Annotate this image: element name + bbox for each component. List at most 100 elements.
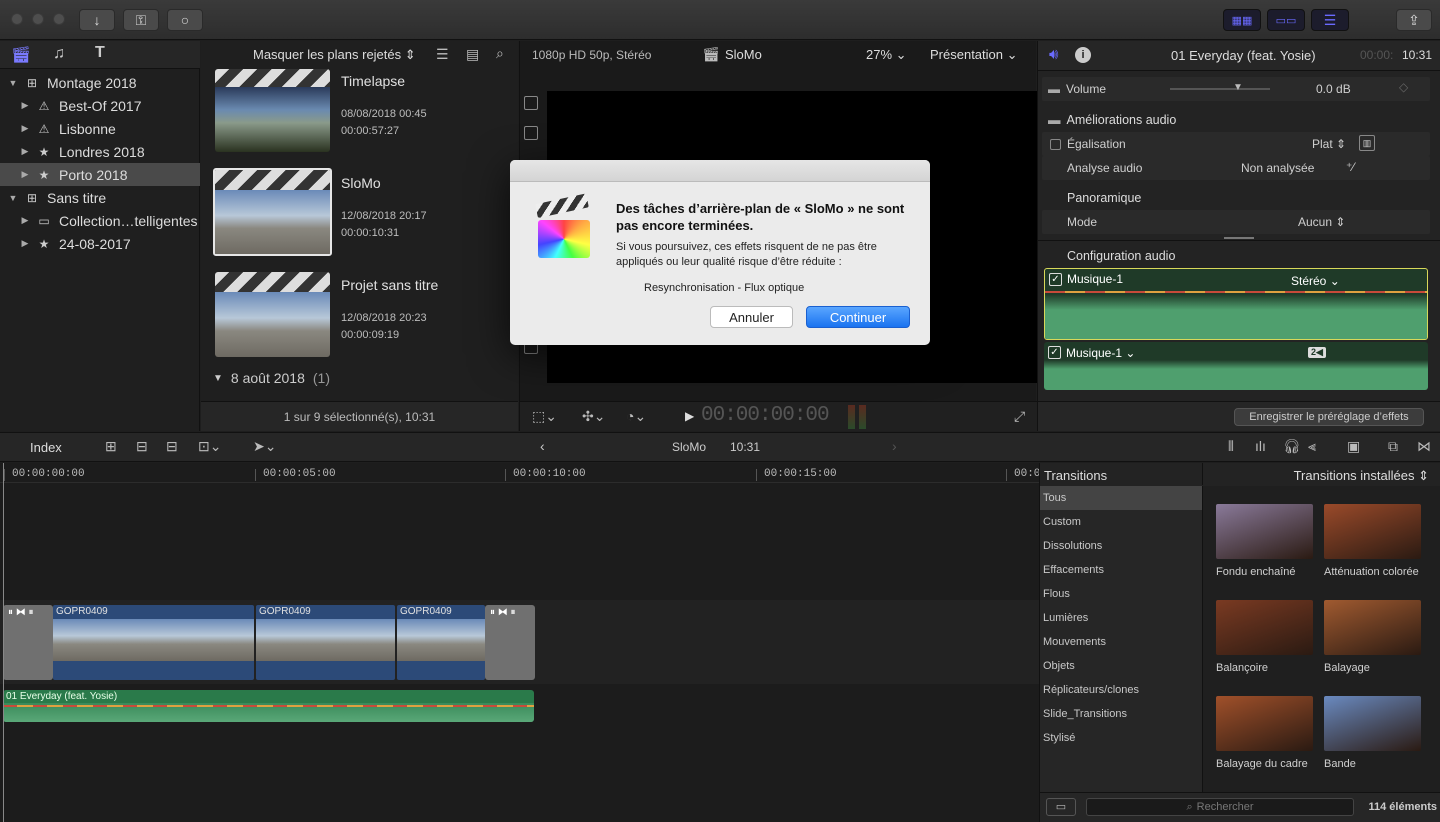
disclosure-triangle-icon[interactable]: ▶ — [18, 238, 32, 249]
search-icon[interactable]: ⌕ — [496, 45, 504, 62]
video-clip[interactable]: GOPR0409 — [256, 605, 395, 680]
library-item[interactable]: ▶ ★ 24-08-2017 — [0, 232, 200, 255]
import-button[interactable]: ↓ — [79, 9, 115, 31]
keyframe-icon[interactable]: ◇ — [1399, 80, 1408, 94]
snapping-icon[interactable]: ⫷ — [1308, 438, 1316, 455]
volume-slider[interactable] — [1170, 88, 1270, 90]
magic-wand-icon[interactable]: ⁺⁄ — [1346, 160, 1354, 174]
transition-clip[interactable]: ⏸ ⧓ ⏸ — [485, 605, 535, 680]
connect-clip-icon[interactable]: ⊞ — [105, 438, 117, 455]
fullscreen-icon[interactable]: ⤢ — [1014, 408, 1025, 425]
cancel-button[interactable]: Annuler — [710, 306, 793, 328]
photos-audio-icon[interactable]: ♫ — [53, 45, 65, 63]
clip-appearance-icon[interactable]: ▣ — [1347, 438, 1360, 455]
disclosure-triangle-icon[interactable]: ▼ — [6, 78, 20, 88]
equalization-checkbox[interactable] — [1050, 138, 1061, 150]
disclosure-triangle-icon[interactable]: ▶ — [18, 169, 32, 180]
transition-category[interactable]: Mouvements — [1040, 630, 1202, 654]
section-toggle-icon[interactable]: ▬ — [1048, 82, 1060, 96]
transition-category[interactable]: Réplicateurs/clones — [1040, 678, 1202, 702]
timeline-index-button[interactable]: Index — [30, 440, 62, 455]
list-view-icon[interactable]: ☰ — [436, 46, 449, 63]
transition-thumbnail[interactable] — [1216, 504, 1313, 559]
inspector-divider[interactable] — [1038, 236, 1440, 241]
disclosure-triangle-icon[interactable]: ▶ — [18, 215, 32, 226]
transition-thumbnail[interactable] — [1216, 600, 1313, 655]
minimize-window-button[interactable] — [32, 13, 44, 25]
transition-thumbnail[interactable] — [1324, 600, 1421, 655]
equalization-select[interactable]: Plat ⇕ — [1312, 137, 1346, 151]
show-browser-button[interactable]: ▦▦ — [1223, 9, 1261, 31]
timeline-ruler[interactable]: 00:00:00:00 00:00:05:00 00:00:10:00 00:00:1… — [0, 463, 1040, 483]
library-item[interactable]: ▶ ▭ Collection…telligentes — [0, 209, 200, 232]
close-window-button[interactable] — [11, 13, 23, 25]
transition-clip[interactable]: ⏸ ⧓ ⏸ — [3, 605, 53, 680]
retime-icon[interactable]: ◔⌄ — [626, 408, 646, 425]
library-item[interactable]: ▶ ★ Londres 2018 — [0, 140, 200, 163]
playhead[interactable] — [3, 463, 4, 822]
timeline-forward-icon[interactable]: › — [892, 438, 897, 454]
effects-browser-icon[interactable]: ⧉ — [1388, 438, 1398, 455]
library-item[interactable]: ▶ ★ Porto 2018 — [0, 163, 200, 186]
disclosure-triangle-icon[interactable]: ▶ — [18, 100, 32, 111]
titles-generators-icon[interactable]: T — [95, 44, 105, 62]
transition-category[interactable]: Objets — [1040, 654, 1202, 678]
enhance-icon[interactable]: ✣⌄ — [582, 408, 605, 425]
date-group-header[interactable]: ▼ 8 août 2018 (1) — [213, 370, 330, 386]
channel-2-name[interactable]: Musique-1 ⌄ — [1066, 346, 1135, 360]
overwrite-clip-icon[interactable]: ⊡⌄ — [198, 438, 221, 455]
clip-thumbnail-timelapse[interactable] — [215, 69, 330, 152]
audio-enhancements-header[interactable]: ▬ Améliorations audio — [1048, 108, 1428, 132]
transform-icon[interactable]: ⬚⌄ — [532, 408, 557, 425]
channel-2-checkbox[interactable]: ✓ — [1048, 346, 1061, 359]
video-clip[interactable]: GOPR0409 — [53, 605, 254, 680]
disclosure-triangle-icon[interactable]: ▶ — [18, 146, 32, 157]
view-menu[interactable]: Présentation ⌄ — [930, 47, 1018, 63]
skimming-icon[interactable]: ⫴ — [1228, 438, 1234, 455]
volume-value[interactable]: 0.0 dB — [1316, 82, 1351, 96]
channel-1-mode[interactable]: Stéréo ⌄ — [1291, 274, 1340, 288]
background-tasks-button[interactable]: ○ — [167, 9, 203, 31]
disclosure-triangle-icon[interactable]: ▼ — [6, 193, 20, 203]
share-button[interactable]: ⇪ — [1396, 9, 1432, 31]
library-item[interactable]: ▼ ⊞ Montage 2018 — [0, 71, 200, 94]
show-timeline-button[interactable]: ▭▭ — [1267, 9, 1305, 31]
solo-headphones-icon[interactable]: 🎧︎ — [1283, 438, 1301, 455]
library-item[interactable]: ▼ ⊞ Sans titre — [0, 186, 200, 209]
pan-mode-select[interactable]: Aucun ⇕ — [1298, 215, 1345, 229]
show-inspector-button[interactable]: ☰ — [1311, 9, 1349, 31]
transition-thumbnail[interactable] — [1324, 696, 1421, 751]
select-tool-icon[interactable]: ➤⌄ — [253, 438, 276, 455]
transition-category[interactable]: Lumières — [1040, 606, 1202, 630]
audio-channel-1[interactable]: ✓ Musique-1 Stéréo ⌄ — [1044, 268, 1428, 340]
clip-thumbnail-slomo[interactable] — [213, 168, 332, 256]
library-item[interactable]: ▶ ⚠ Lisbonne — [0, 117, 200, 140]
installed-transitions-menu[interactable]: Transitions installées ⇕ — [1294, 468, 1429, 484]
transition-category[interactable]: Flous — [1040, 582, 1202, 606]
transition-thumbnail[interactable] — [1216, 696, 1313, 751]
audio-clip[interactable]: 01 Everyday (feat. Yosie) — [3, 690, 534, 722]
clip-filter-menu[interactable]: Masquer les plans rejetés ⇕ — [253, 47, 416, 63]
transitions-search-field[interactable]: ⌕ Rechercher — [1086, 798, 1354, 816]
save-effects-preset-button[interactable]: Enregistrer le préréglage d’effets — [1234, 408, 1424, 426]
volume-slider-knob[interactable]: ▼ — [1233, 82, 1243, 93]
eq-graph-icon[interactable]: ▥ — [1359, 135, 1375, 151]
transition-category[interactable]: Stylisé — [1040, 726, 1202, 750]
transition-category[interactable]: Effacements — [1040, 558, 1202, 582]
transition-category[interactable]: Dissolutions — [1040, 534, 1202, 558]
transition-thumbnail[interactable] — [1324, 504, 1421, 559]
audio-channel-2[interactable]: ✓ Musique-1 ⌄ 2◀ — [1044, 342, 1428, 390]
play-icon[interactable]: ▶ — [685, 409, 694, 423]
library-item[interactable]: ▶ ⚠ Best-Of 2017 — [0, 94, 200, 117]
channel-1-checkbox[interactable]: ✓ — [1049, 273, 1062, 286]
speaker-icon[interactable]: 🔊︎ — [1049, 46, 1058, 63]
info-icon[interactable]: i — [1075, 47, 1091, 63]
audio-skimming-icon[interactable]: ılı — [1255, 438, 1266, 454]
video-clip[interactable]: GOPR0409 — [397, 605, 485, 680]
insert-clip-icon[interactable]: ⊟ — [136, 438, 148, 455]
disclosure-triangle-icon[interactable]: ▶ — [18, 123, 32, 134]
filmstrip-view-icon[interactable]: ▤ — [466, 46, 479, 63]
transition-category[interactable]: Slide_Transitions — [1040, 702, 1202, 726]
transition-category[interactable]: Custom — [1040, 510, 1202, 534]
clip-thumbnail-projet[interactable] — [215, 272, 330, 357]
